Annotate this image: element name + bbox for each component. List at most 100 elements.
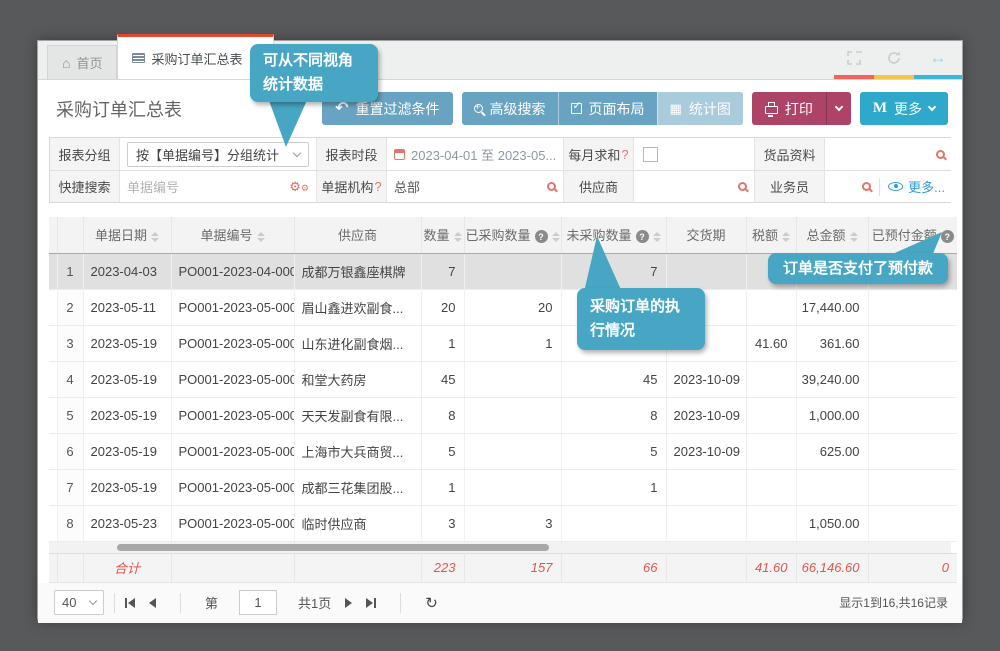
cell-doc-no: PO001-2023-05-00003 <box>171 361 294 397</box>
last-page-button[interactable] <box>366 598 376 608</box>
sort-icon[interactable] <box>653 232 661 242</box>
expand-icon <box>846 50 862 66</box>
page-layout-button[interactable]: 页面布局 <box>558 92 657 125</box>
cell-doc-no: PO001-2023-05-00007 <box>171 505 294 541</box>
cell-doc-no: PO001-2023-05-00001 <box>171 289 294 325</box>
search-icon[interactable] <box>936 150 945 159</box>
quick-search-field[interactable]: 单据编号 ⚙⚙ <box>120 171 317 202</box>
prev-page-button[interactable] <box>149 598 156 608</box>
cell-tax: 41.60 <box>746 325 796 361</box>
scrollbar-thumb[interactable] <box>117 544 549 551</box>
search-icon[interactable] <box>862 182 871 191</box>
monthly-sum-checkbox[interactable] <box>643 147 658 162</box>
sort-icon[interactable] <box>850 232 858 242</box>
table-row[interactable]: 3 2023-05-19 PO001-2023-05-00002 山东进化副食烟… <box>49 325 957 361</box>
cell-unpurchased: 8 <box>561 397 666 433</box>
divider <box>879 178 880 196</box>
callout-prepaid-tip: 订单是否支付了预付款 <box>768 253 948 284</box>
header-row: 单据日期 单据编号 供应商 数量 已采购数量? 未采购数量? 交货期 税额 总金… <box>49 217 957 253</box>
reload-icon[interactable]: ↻ <box>425 594 438 612</box>
cell-amount: 39,240.00 <box>796 361 868 397</box>
header-purchased[interactable]: 已采购数量? <box>464 217 561 253</box>
supplier-field[interactable] <box>634 171 755 202</box>
help-icon[interactable]: ? <box>636 230 649 243</box>
cell-date: 2023-05-23 <box>83 505 171 541</box>
header-amount[interactable]: 总金额 <box>796 217 868 253</box>
header-qty[interactable]: 数量 <box>421 217 464 253</box>
total-label: 合计 <box>83 553 171 582</box>
print-button[interactable]: 打印 <box>752 92 826 125</box>
cell-unpurchased <box>561 505 666 541</box>
cell-delivery <box>666 469 746 505</box>
pagination-bar: 40 第 1 共1页 ↻ 显示1到16,共16记录 <box>38 583 962 623</box>
next-page-button[interactable] <box>345 598 352 608</box>
cell-unpurchased: 5 <box>561 433 666 469</box>
eye-icon[interactable] <box>888 182 903 191</box>
resize-width-button[interactable]: ↔ <box>914 41 962 79</box>
table-row[interactable]: 7 2023-05-19 PO001-2023-05-00006 成都三花集团股… <box>49 469 957 505</box>
header-tax[interactable]: 税额 <box>746 217 796 253</box>
chevron-down-icon <box>928 102 936 110</box>
sort-icon[interactable] <box>151 232 159 242</box>
refresh-tab-button[interactable] <box>874 41 914 79</box>
record-count-status: 显示1到16,共16记录 <box>839 594 948 611</box>
toolbar: 采购订单汇总表 ↶ 重置过滤条件 高级搜索 页面布局 ▦ 统计图 <box>38 80 962 137</box>
help-icon[interactable]: ? <box>535 230 548 243</box>
cell-date: 2023-05-19 <box>83 469 171 505</box>
view-button-group: 高级搜索 页面布局 ▦ 统计图 <box>462 92 743 125</box>
header-date[interactable]: 单据日期 <box>83 217 171 253</box>
table-row[interactable]: 2 2023-05-11 PO001-2023-05-00001 眉山鑫进欢副食… <box>49 289 957 325</box>
divider <box>180 593 181 613</box>
gear-icon[interactable]: ⚙⚙ <box>289 180 309 193</box>
goods-field[interactable] <box>825 138 952 170</box>
cell-purchased: 1 <box>464 325 561 361</box>
page-size-select[interactable]: 40 <box>54 590 104 615</box>
fullscreen-button[interactable] <box>834 41 874 79</box>
org-field[interactable]: 总部 <box>387 171 564 202</box>
more-button[interactable]: M 更多 <box>860 92 948 125</box>
sort-icon[interactable] <box>454 232 462 242</box>
cell-qty: 5 <box>421 433 464 469</box>
cell-date: 2023-05-19 <box>83 325 171 361</box>
sort-icon[interactable] <box>257 232 265 242</box>
cell-amount: 1,050.00 <box>796 505 868 541</box>
more-filters-link[interactable]: 更多... <box>908 177 945 196</box>
period-field[interactable]: 2023-04-01 至 2023-05... <box>387 138 564 170</box>
cell-prepaid <box>868 469 957 505</box>
header-supplier[interactable]: 供应商 <box>294 217 421 253</box>
help-question-mark: ? <box>621 147 628 162</box>
filter-row-2: 快捷搜索 单据编号 ⚙⚙ 单据机构? 总部 供应商 业务员 <box>50 170 950 202</box>
page-number-input[interactable]: 1 <box>239 590 277 615</box>
advanced-search-button[interactable]: 高级搜索 <box>462 92 558 125</box>
chevron-down-icon <box>835 102 843 110</box>
chart-view-button[interactable]: ▦ 统计图 <box>657 92 743 125</box>
sort-icon[interactable] <box>782 232 790 242</box>
cell-delivery <box>666 253 746 289</box>
cell-qty: 1 <box>421 469 464 505</box>
header-doc-no[interactable]: 单据编号 <box>171 217 294 253</box>
group-label: 报表分组 <box>50 138 120 170</box>
cell-supplier: 天天发副食有限... <box>294 397 421 433</box>
table-row[interactable]: 8 2023-05-23 PO001-2023-05-00007 临时供应商 3… <box>49 505 957 541</box>
filter-row-1: 报表分组 按【单据编号】分组统计 报表时段 2023-04-01 至 2023-… <box>50 138 950 170</box>
sort-icon[interactable] <box>552 232 560 242</box>
cell-qty: 7 <box>421 253 464 289</box>
cell-amount: 361.60 <box>796 325 868 361</box>
tab-home[interactable]: ⌂ 首页 <box>47 45 117 79</box>
search-icon[interactable] <box>547 182 556 191</box>
cell-amount: 625.00 <box>796 433 868 469</box>
table-row[interactable]: 5 2023-05-19 PO001-2023-05-00004 天天发副食有限… <box>49 397 957 433</box>
cell-unpurchased: 1 <box>561 469 666 505</box>
header-delivery[interactable]: 交货期 <box>666 217 746 253</box>
table-row[interactable]: 4 2023-05-19 PO001-2023-05-00003 和堂大药房 4… <box>49 361 957 397</box>
horizontal-arrow-icon: ↔ <box>930 48 947 68</box>
search-icon[interactable] <box>738 182 747 191</box>
search-plus-icon <box>474 104 483 113</box>
cell-qty: 45 <box>421 361 464 397</box>
table-row[interactable]: 6 2023-05-19 PO001-2023-05-00005 上海市大兵商贸… <box>49 433 957 469</box>
first-page-button[interactable] <box>125 598 135 608</box>
cell-date: 2023-05-19 <box>83 433 171 469</box>
print-dropdown-button[interactable] <box>826 92 851 125</box>
home-icon: ⌂ <box>62 55 70 71</box>
cell-supplier: 山东进化副食烟... <box>294 325 421 361</box>
